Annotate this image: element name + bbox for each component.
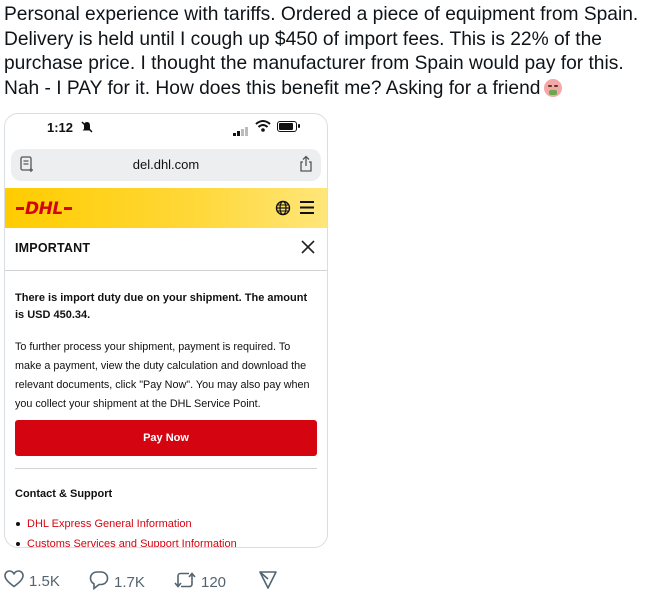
list-item: DHL Express General Information — [15, 517, 237, 537]
share-button[interactable] — [258, 570, 278, 595]
link-customs-services[interactable]: Customs Services and Support Information — [27, 538, 237, 547]
dialog-title: IMPORTANT — [15, 241, 91, 255]
reply-count: 1.7K — [114, 574, 145, 591]
browser-url-bar[interactable]: del.dhl.com — [11, 149, 321, 181]
url-text[interactable]: del.dhl.com — [11, 157, 321, 172]
cell-signal-icon — [233, 123, 249, 141]
wifi-icon — [255, 119, 271, 138]
globe-icon[interactable] — [275, 200, 291, 221]
send-icon — [258, 570, 278, 595]
nauseated-face-icon — [544, 78, 563, 97]
list-item: Customs Services and Support Information — [15, 537, 237, 547]
payment-instructions: To further process your shipment, paymen… — [15, 341, 310, 410]
dialog-header: IMPORTANT — [5, 228, 327, 271]
repost-icon — [174, 570, 196, 595]
share-icon[interactable] — [299, 155, 313, 178]
post-text-body: Personal experience with tariffs. Ordere… — [4, 4, 639, 99]
post-action-bar: 1.5K 1.7K 120 — [4, 570, 304, 594]
link-express-general-info[interactable]: DHL Express General Information — [27, 518, 192, 530]
repost-count: 120 — [201, 574, 227, 591]
status-time: 1:12 — [47, 120, 74, 135]
dhl-header-bar: DHL — [5, 188, 327, 228]
pay-now-button[interactable]: Pay Now — [15, 420, 317, 456]
like-button[interactable]: 1.5K — [4, 570, 60, 593]
repost-button[interactable]: 120 — [174, 570, 226, 595]
close-icon[interactable] — [301, 240, 315, 259]
dhl-logo[interactable]: DHL — [15, 199, 73, 219]
contact-support-heading: Contact & Support — [15, 488, 113, 500]
battery-tip — [298, 124, 300, 128]
duty-notice: There is import duty due on your shipmen… — [15, 292, 308, 321]
speech-bubble-icon — [89, 570, 109, 595]
like-count: 1.5K — [29, 573, 60, 590]
mute-bell-icon — [81, 120, 93, 138]
reply-button[interactable]: 1.7K — [89, 570, 145, 595]
post-text: Personal experience with tariffs. Ordere… — [4, 3, 656, 101]
phone-status-bar: 1:12 — [5, 114, 327, 144]
support-links-list: DHL Express General Information Customs … — [15, 517, 237, 547]
attached-screenshot[interactable]: 1:12 del.dhl.com DHL IMPORTANT There is … — [4, 113, 328, 548]
dhl-logo-text: DHL — [25, 199, 63, 219]
hamburger-menu-icon[interactable] — [300, 201, 314, 219]
dialog-content: There is import duty due on your shipmen… — [15, 290, 317, 414]
divider — [15, 468, 317, 469]
battery-icon — [277, 121, 297, 132]
heart-icon — [4, 570, 24, 593]
